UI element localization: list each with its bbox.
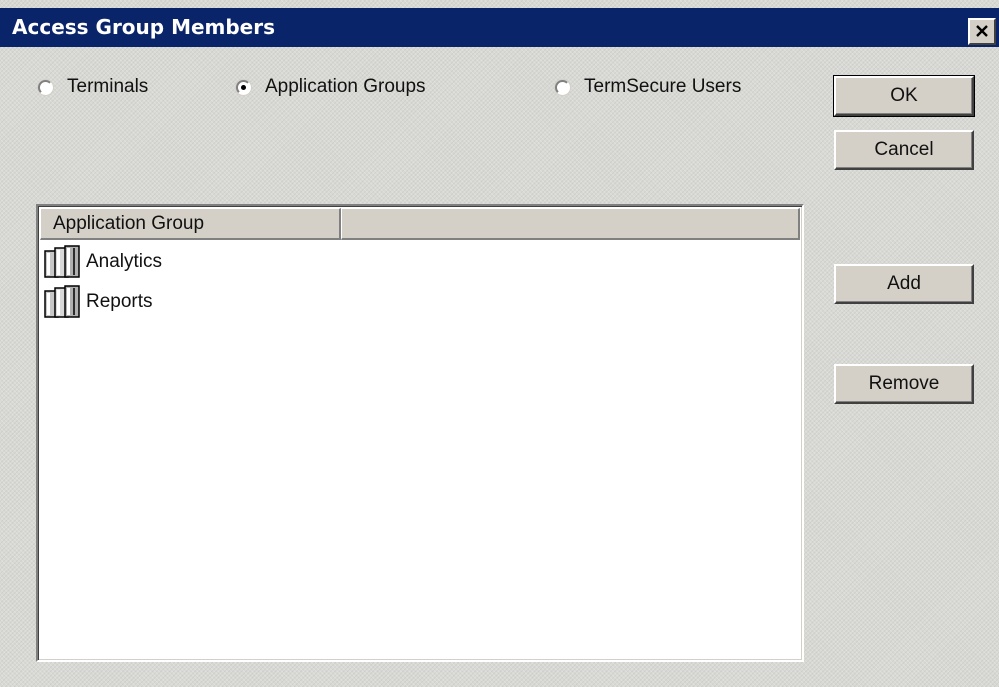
- column-header-blank[interactable]: [341, 208, 800, 240]
- access-group-members-dialog: Access Group Members Terminals Applicati…: [0, 0, 999, 687]
- list-item[interactable]: Analytics: [42, 244, 162, 280]
- radio-terminals[interactable]: Terminals: [38, 74, 148, 100]
- list-item-label: Analytics: [86, 251, 163, 272]
- add-button[interactable]: Add: [834, 264, 974, 304]
- remove-button[interactable]: Remove: [834, 364, 974, 404]
- radio-circle-selected-icon: [236, 79, 251, 95]
- radio-termsecure-users[interactable]: TermSecure Users: [555, 74, 741, 100]
- cancel-button[interactable]: Cancel: [834, 130, 974, 170]
- server-group-icon: [44, 285, 80, 318]
- list-item-label: Reports: [86, 291, 153, 312]
- application-group-list[interactable]: Application Group Analytics Reports: [36, 204, 804, 662]
- server-group-icon: [44, 245, 80, 278]
- close-icon: [976, 25, 988, 37]
- ok-button[interactable]: OK: [833, 75, 975, 117]
- radio-terminals-label: Terminals: [67, 76, 149, 97]
- list-header: Application Group: [40, 208, 800, 240]
- radio-circle-icon: [555, 79, 570, 95]
- title-bar: Access Group Members: [0, 8, 999, 47]
- radio-application-groups-label: Application Groups: [265, 76, 426, 97]
- close-button[interactable]: [968, 18, 996, 45]
- window-title: Access Group Members: [12, 15, 276, 39]
- radio-termsecure-users-label: TermSecure Users: [584, 76, 742, 97]
- list-item[interactable]: Reports: [42, 284, 153, 320]
- column-header-application-group[interactable]: Application Group: [40, 208, 342, 240]
- radio-circle-icon: [38, 79, 53, 95]
- radio-application-groups[interactable]: Application Groups: [236, 74, 426, 100]
